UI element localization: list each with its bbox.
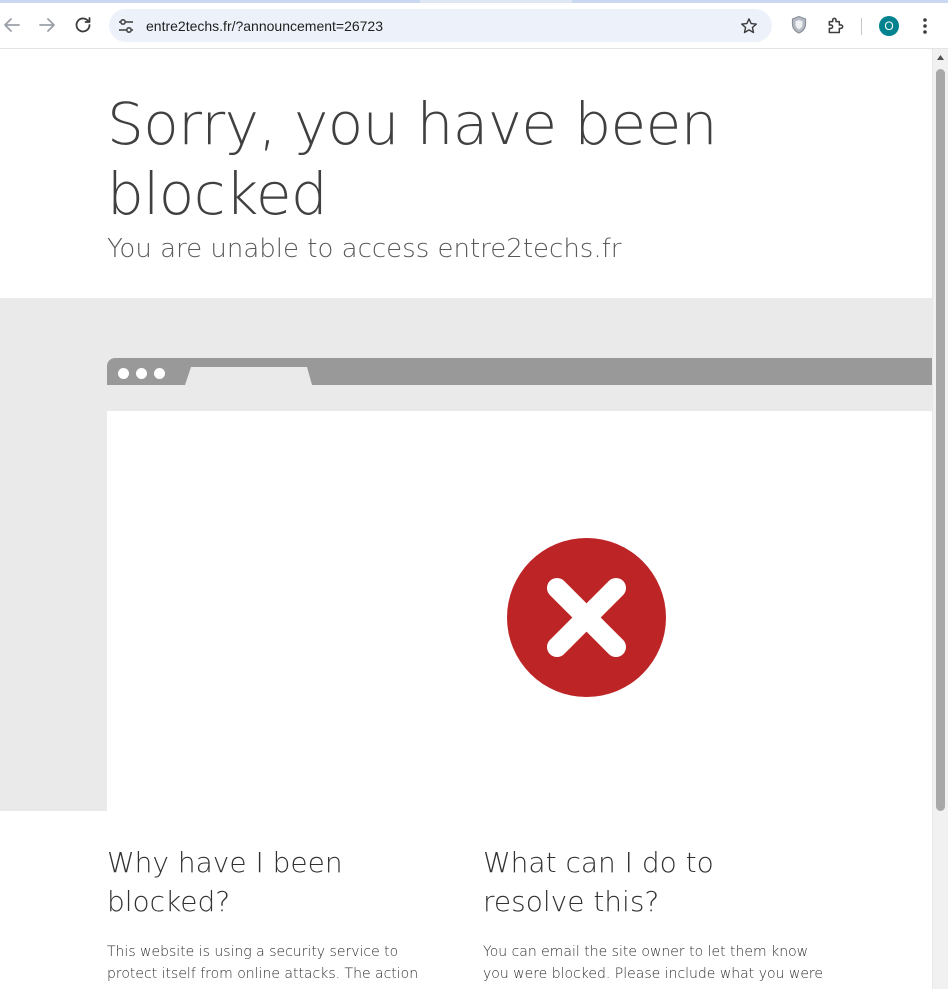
reload-button[interactable]	[71, 13, 95, 37]
reload-icon	[75, 17, 91, 33]
window-dot	[154, 368, 165, 379]
why-blocked-text: This website is using a security service…	[107, 944, 419, 989]
browser-menu-button[interactable]	[915, 15, 935, 41]
scrollbar-thumb[interactable]	[936, 69, 945, 811]
resolve-text: You can email the site owner to let them…	[483, 944, 823, 989]
browser-illustration	[107, 358, 932, 811]
profile-avatar[interactable]: O	[879, 16, 899, 36]
browser-toolbar: entre2techs.fr/?announcement=26723 O	[0, 3, 948, 49]
address-bar[interactable]: entre2techs.fr/?announcement=26723	[109, 9, 772, 42]
extensions-button[interactable]	[826, 15, 846, 39]
blocked-x-icon	[507, 538, 666, 697]
site-info-button[interactable]	[117, 17, 135, 39]
illustration-tab	[185, 367, 312, 385]
forward-button[interactable]	[35, 13, 59, 37]
illustration-window-body	[107, 411, 932, 811]
page-scrollbar[interactable]	[932, 49, 948, 989]
page-subtitle: You are unable to access entre2techs.fr	[107, 234, 622, 264]
scroll-up-arrow-icon[interactable]	[936, 54, 945, 61]
url-text[interactable]: entre2techs.fr/?announcement=26723	[146, 18, 383, 34]
tune-icon	[119, 18, 133, 34]
bookmark-button[interactable]	[739, 16, 759, 40]
shield-icon	[791, 15, 807, 34]
back-button[interactable]	[0, 13, 24, 37]
window-dot	[118, 368, 129, 379]
toolbar-divider	[861, 18, 862, 35]
why-blocked-heading: Why have I been blocked?	[107, 846, 343, 918]
window-dot	[136, 368, 147, 379]
star-icon	[741, 18, 757, 34]
arrow-left-icon	[4, 18, 20, 32]
page-content: Sorry, you have been blocked You are una…	[0, 49, 932, 989]
extension-shield-button[interactable]	[790, 15, 808, 39]
puzzle-icon	[828, 17, 844, 34]
page-title: Sorry, you have been blocked	[107, 90, 717, 228]
more-vertical-icon	[923, 18, 927, 34]
arrow-right-icon	[39, 18, 55, 32]
resolve-section: What can I do to resolve this? You can e…	[483, 843, 823, 989]
illustration-window-bar	[107, 358, 932, 385]
resolve-heading: What can I do to resolve this?	[483, 846, 714, 918]
why-blocked-section: Why have I been blocked? This website is…	[107, 843, 447, 989]
